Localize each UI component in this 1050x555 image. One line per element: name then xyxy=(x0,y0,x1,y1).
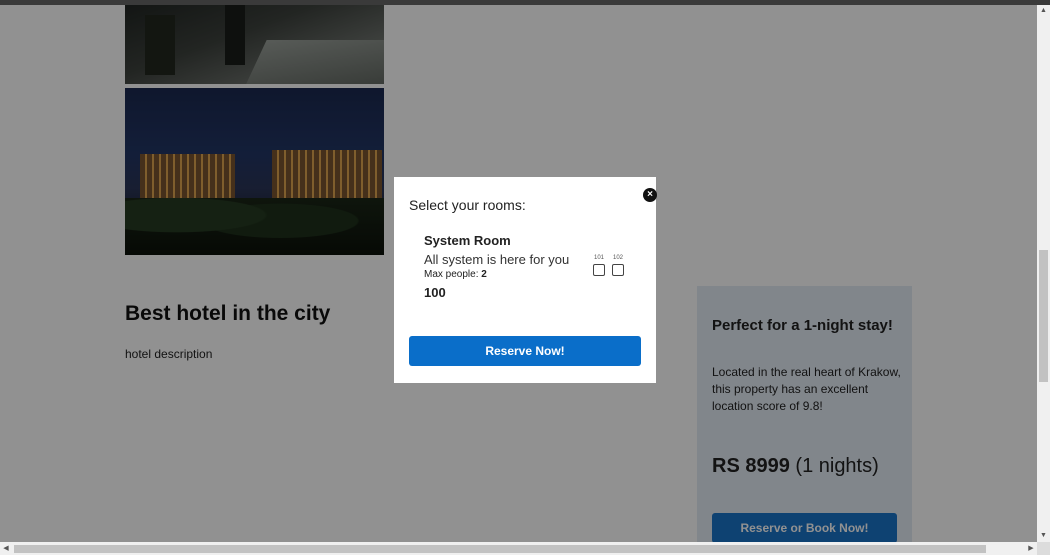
scrollbar-corner xyxy=(1037,542,1050,555)
room-max-people: Max people: 2 xyxy=(424,269,487,280)
room-number-label: 101 xyxy=(593,255,604,261)
scroll-left-icon[interactable]: ◀ xyxy=(0,542,12,555)
page: Best hotel in the city hotel description… xyxy=(0,5,1037,542)
room-101-checkbox[interactable] xyxy=(593,264,605,276)
scroll-up-icon[interactable]: ▲ xyxy=(1037,5,1050,17)
room-101-option: 101 xyxy=(592,255,606,276)
room-102-checkbox[interactable] xyxy=(612,264,624,276)
room-name: System Room xyxy=(424,233,511,248)
horizontal-scrollbar[interactable]: ◀ ▶ xyxy=(0,542,1037,555)
horizontal-scroll-thumb[interactable] xyxy=(14,545,986,553)
max-people-label: Max people: xyxy=(424,269,479,280)
reserve-now-button[interactable]: Reserve Now! xyxy=(409,336,641,366)
max-people-value: 2 xyxy=(481,269,487,280)
room-description: All system is here for you xyxy=(424,252,570,267)
modal-heading: Select your rooms: xyxy=(409,197,526,213)
room-102-option: 102 xyxy=(611,255,625,276)
room-number-label: 102 xyxy=(612,255,623,261)
scroll-right-icon[interactable]: ▶ xyxy=(1025,542,1037,555)
room-select-modal: Select your rooms: System Room All syste… xyxy=(394,177,656,383)
vertical-scrollbar[interactable]: ▲ ▼ xyxy=(1037,5,1050,542)
scroll-down-icon[interactable]: ▼ xyxy=(1037,530,1050,542)
vertical-scroll-thumb[interactable] xyxy=(1039,250,1048,382)
close-icon[interactable]: × xyxy=(643,188,657,202)
room-price: 100 xyxy=(424,285,446,300)
